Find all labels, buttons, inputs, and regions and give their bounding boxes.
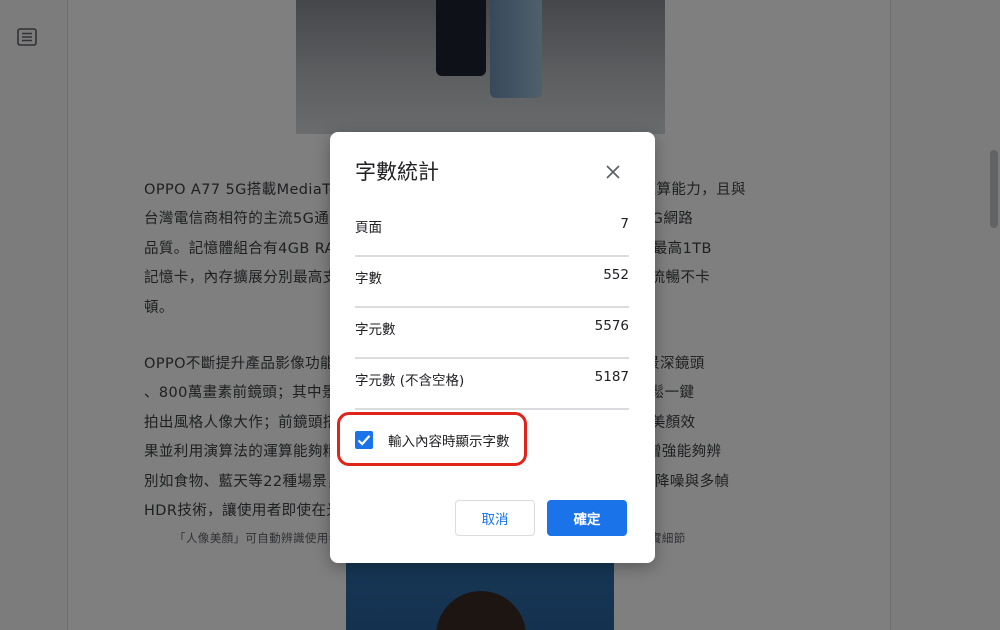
- check-icon: [357, 435, 371, 446]
- stat-label: 字元數: [355, 322, 396, 338]
- stat-row-words: 字數 552: [355, 255, 629, 308]
- dialog-title: 字數統計: [355, 160, 439, 184]
- cancel-button[interactable]: 取消: [455, 500, 535, 536]
- ok-button[interactable]: 確定: [547, 500, 627, 536]
- stat-label: 頁面: [355, 220, 382, 236]
- stat-value: 552: [603, 267, 629, 283]
- stat-label: 字數: [355, 271, 382, 287]
- display-word-count-checkbox[interactable]: [355, 431, 373, 449]
- close-button[interactable]: [600, 159, 626, 185]
- stat-row-characters-no-spaces: 字元數 (不含空格) 5187: [355, 357, 629, 410]
- stat-label: 字元數 (不含空格): [355, 373, 465, 389]
- stat-value: 7: [620, 216, 629, 232]
- word-count-dialog: 字數統計 頁面 7 字數 552 字元數 5576 字元數 (不含空格) 518…: [330, 132, 655, 563]
- stat-row-characters: 字元數 5576: [355, 306, 629, 359]
- stat-value: 5187: [594, 369, 629, 385]
- stat-row-pages: 頁面 7: [355, 204, 629, 257]
- stat-value: 5576: [594, 318, 629, 334]
- display-word-count-option[interactable]: 輸入內容時顯示字數: [355, 425, 510, 455]
- close-icon: [606, 165, 620, 179]
- checkbox-label: 輸入內容時顯示字數: [388, 434, 510, 450]
